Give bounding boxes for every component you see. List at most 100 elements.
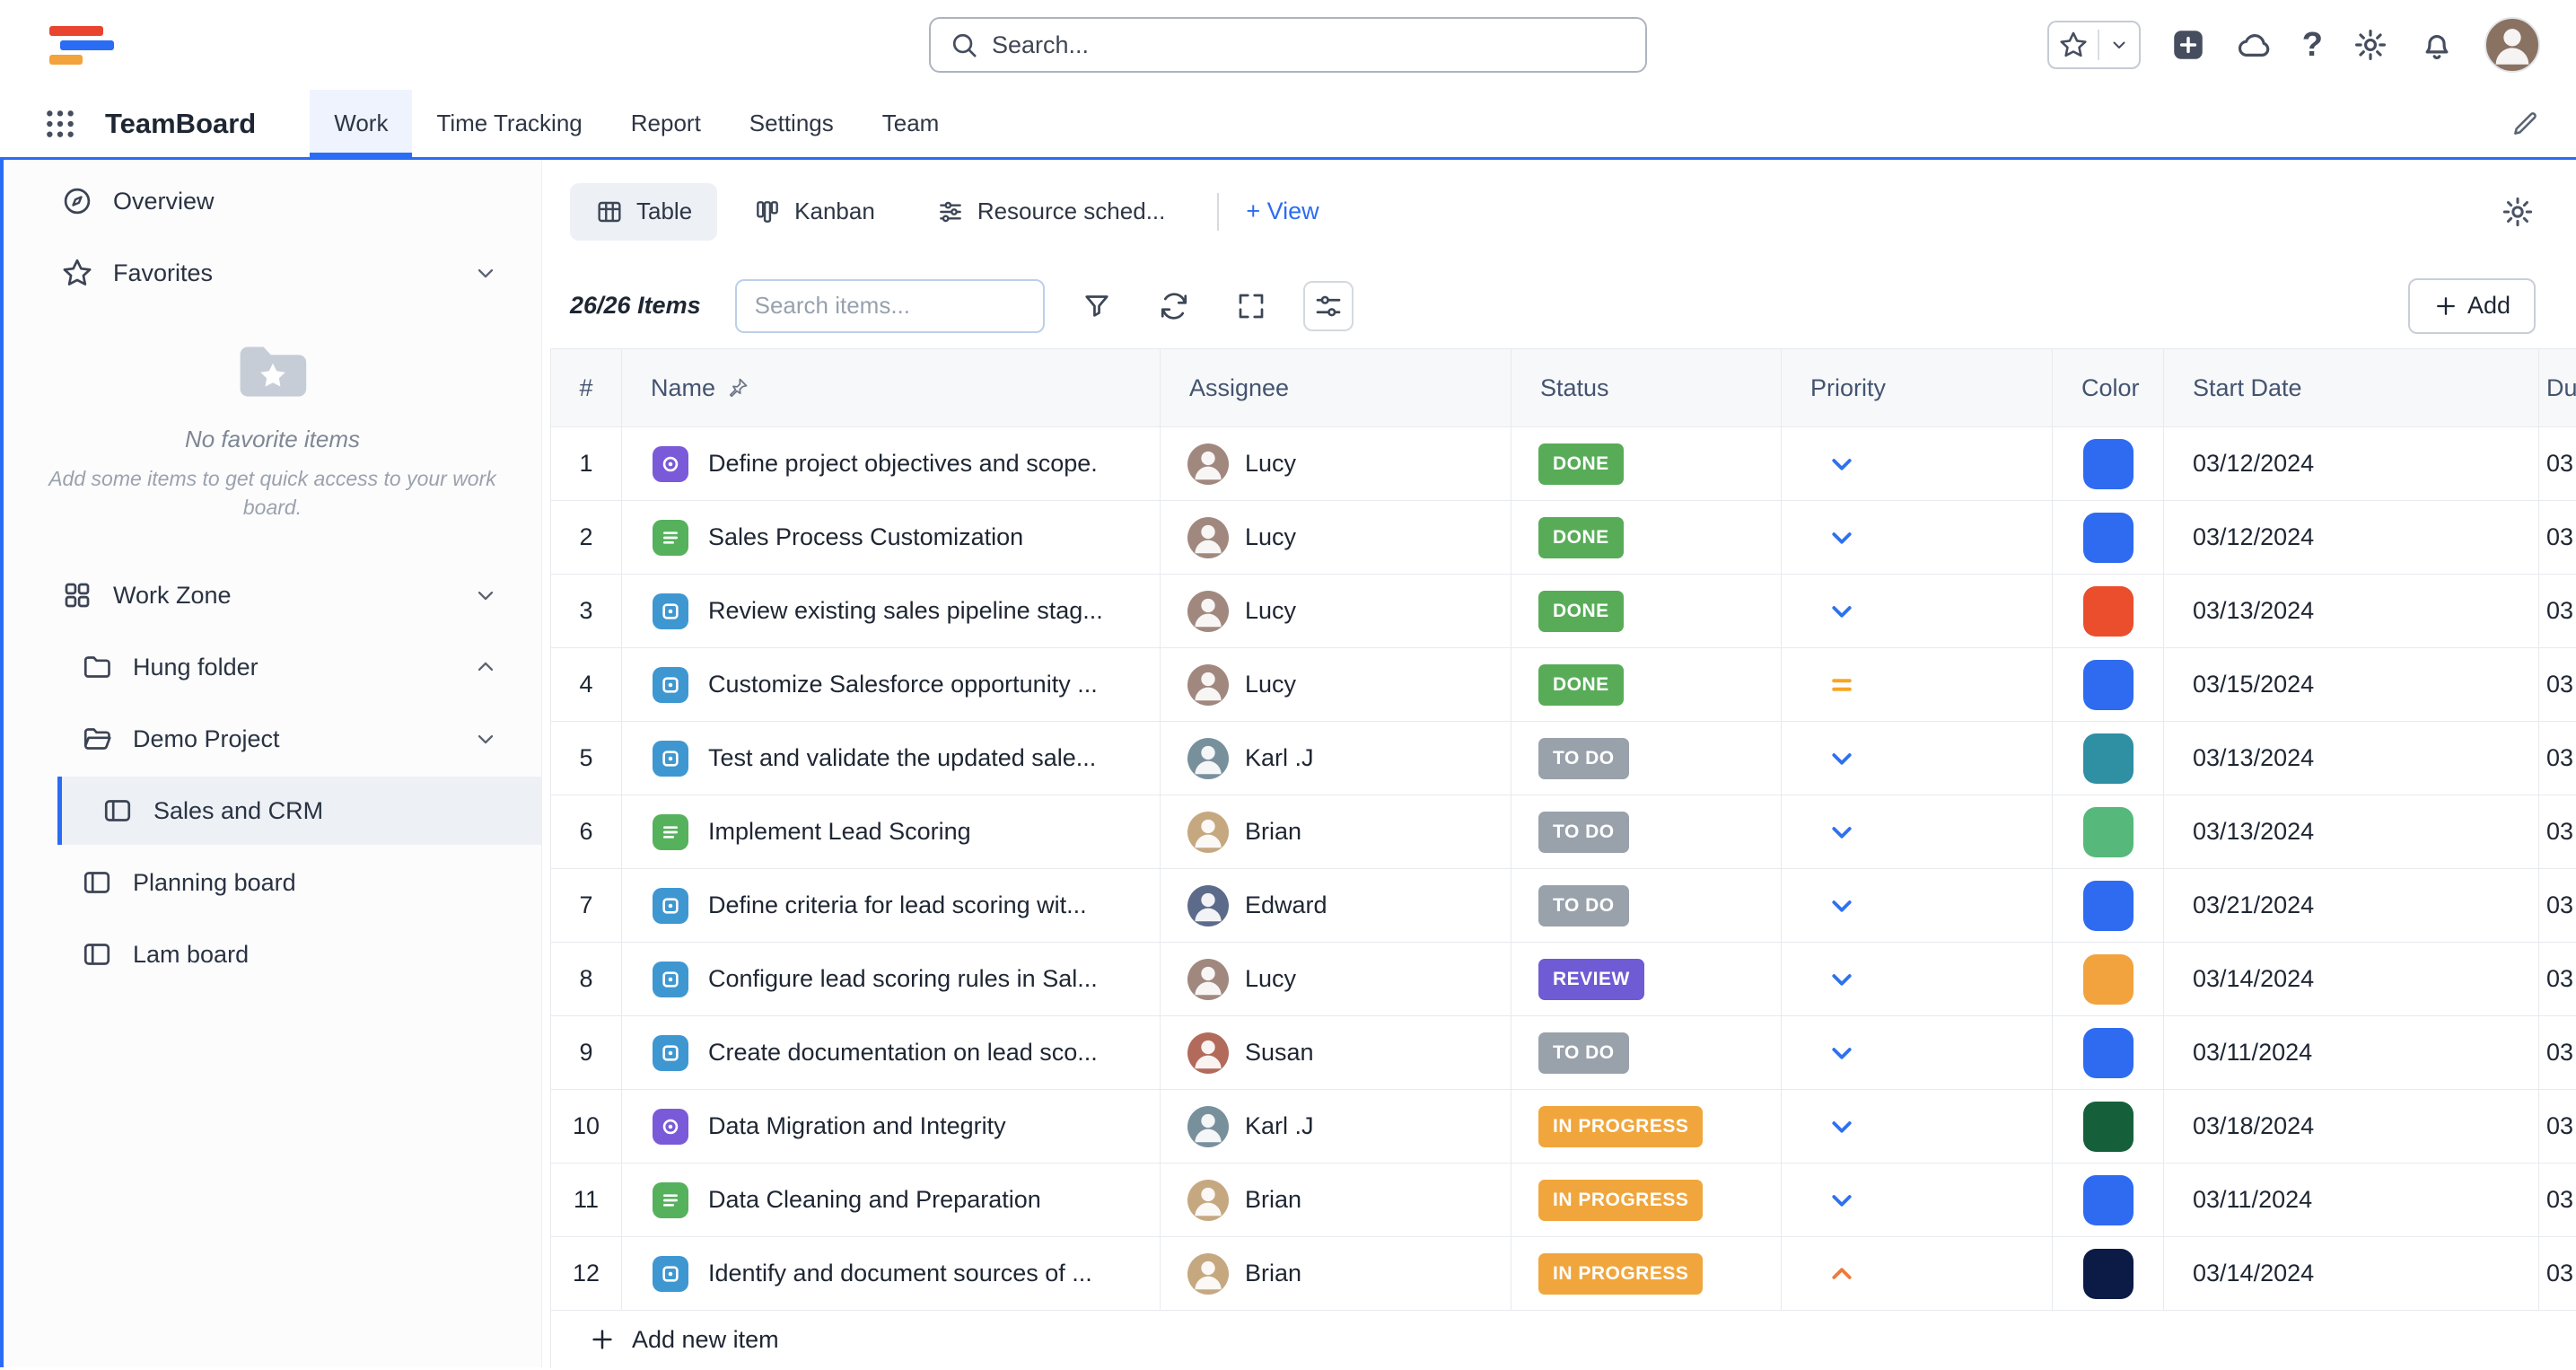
nav-tab-report[interactable]: Report bbox=[607, 90, 725, 157]
start-date[interactable]: 03/11/2024 bbox=[2164, 1164, 2539, 1237]
priority-cell[interactable] bbox=[1782, 427, 2053, 501]
color-cell[interactable] bbox=[2053, 575, 2164, 648]
table-row[interactable]: 6Implement Lead ScoringBrianTO DO03/13/2… bbox=[551, 795, 2576, 869]
view-tab-table[interactable]: Table bbox=[570, 183, 717, 241]
nav-tab-work[interactable]: Work bbox=[310, 90, 412, 157]
assignee-cell[interactable]: Brian bbox=[1161, 1164, 1511, 1237]
column-header-due-date[interactable]: Du bbox=[2539, 349, 2576, 427]
table-row[interactable]: 5Test and validate the updated sale...Ka… bbox=[551, 722, 2576, 795]
expand-button[interactable] bbox=[1226, 281, 1276, 331]
color-cell[interactable] bbox=[2053, 795, 2164, 869]
column-header-status[interactable]: Status bbox=[1511, 349, 1782, 427]
assignee-cell[interactable]: Brian bbox=[1161, 1237, 1511, 1311]
table-row[interactable]: 10Data Migration and IntegrityKarl .JIN … bbox=[551, 1090, 2576, 1164]
start-date[interactable]: 03/21/2024 bbox=[2164, 869, 2539, 943]
priority-cell[interactable] bbox=[1782, 575, 2053, 648]
apps-grid-icon[interactable] bbox=[42, 106, 78, 142]
priority-cell[interactable] bbox=[1782, 648, 2053, 722]
sidebar-item-sales-and-crm[interactable]: Sales and CRM bbox=[57, 777, 541, 845]
chevron-up-icon[interactable] bbox=[473, 654, 498, 680]
app-logo[interactable] bbox=[49, 26, 114, 65]
add-view-button[interactable]: + View bbox=[1246, 198, 1319, 225]
priority-cell[interactable] bbox=[1782, 869, 2053, 943]
color-cell[interactable] bbox=[2053, 1237, 2164, 1311]
chevron-down-icon[interactable] bbox=[473, 583, 498, 608]
start-date[interactable]: 03/12/2024 bbox=[2164, 501, 2539, 575]
task-name-cell[interactable]: Configure lead scoring rules in Sal... bbox=[622, 943, 1161, 1016]
nav-tab-team[interactable]: Team bbox=[858, 90, 964, 157]
sidebar-item-demo-project[interactable]: Demo Project bbox=[4, 703, 541, 775]
assignee-cell[interactable]: Lucy bbox=[1161, 427, 1511, 501]
settings-gear-icon[interactable] bbox=[2352, 26, 2389, 64]
add-app-icon[interactable] bbox=[2169, 26, 2207, 64]
color-cell[interactable] bbox=[2053, 501, 2164, 575]
status-cell[interactable]: DONE bbox=[1511, 575, 1782, 648]
status-cell[interactable]: TO DO bbox=[1511, 722, 1782, 795]
column-header-priority[interactable]: Priority bbox=[1782, 349, 2053, 427]
start-date[interactable]: 03/13/2024 bbox=[2164, 722, 2539, 795]
status-cell[interactable]: TO DO bbox=[1511, 795, 1782, 869]
favorite-control[interactable] bbox=[2047, 21, 2141, 69]
edit-pencil-icon[interactable] bbox=[2510, 109, 2540, 139]
sidebar-item-hung-folder[interactable]: Hung folder bbox=[4, 631, 541, 703]
table-row[interactable]: 11Data Cleaning and PreparationBrianIN P… bbox=[551, 1164, 2576, 1237]
priority-cell[interactable] bbox=[1782, 1090, 2053, 1164]
status-cell[interactable]: TO DO bbox=[1511, 1016, 1782, 1090]
chevron-down-icon[interactable] bbox=[473, 726, 498, 751]
priority-cell[interactable] bbox=[1782, 1164, 2053, 1237]
assignee-cell[interactable]: Brian bbox=[1161, 795, 1511, 869]
sidebar-item-overview[interactable]: Overview bbox=[4, 165, 541, 237]
table-row[interactable]: 2Sales Process CustomizationLucyDONE03/1… bbox=[551, 501, 2576, 575]
filter-button[interactable] bbox=[1072, 281, 1122, 331]
sidebar-item-work-zone[interactable]: Work Zone bbox=[4, 559, 541, 631]
color-cell[interactable] bbox=[2053, 648, 2164, 722]
nav-tab-settings[interactable]: Settings bbox=[725, 90, 858, 157]
start-date[interactable]: 03/11/2024 bbox=[2164, 1016, 2539, 1090]
view-settings-gear-icon[interactable] bbox=[2500, 194, 2536, 230]
table-row[interactable]: 3Review existing sales pipeline stag...L… bbox=[551, 575, 2576, 648]
task-name-cell[interactable]: Define project objectives and scope. bbox=[622, 427, 1161, 501]
color-cell[interactable] bbox=[2053, 1164, 2164, 1237]
task-name-cell[interactable]: Create documentation on lead sco... bbox=[622, 1016, 1161, 1090]
task-name-cell[interactable]: Review existing sales pipeline stag... bbox=[622, 575, 1161, 648]
chevron-down-icon[interactable] bbox=[473, 260, 498, 285]
assignee-cell[interactable]: Karl .J bbox=[1161, 1090, 1511, 1164]
task-name-cell[interactable]: Data Cleaning and Preparation bbox=[622, 1164, 1161, 1237]
table-row[interactable]: 4Customize Salesforce opportunity ...Luc… bbox=[551, 648, 2576, 722]
status-cell[interactable]: DONE bbox=[1511, 648, 1782, 722]
color-cell[interactable] bbox=[2053, 427, 2164, 501]
start-date[interactable]: 03/13/2024 bbox=[2164, 575, 2539, 648]
adjust-button[interactable] bbox=[1303, 281, 1354, 331]
start-date[interactable]: 03/14/2024 bbox=[2164, 943, 2539, 1016]
task-name-cell[interactable]: Implement Lead Scoring bbox=[622, 795, 1161, 869]
assignee-cell[interactable]: Lucy bbox=[1161, 943, 1511, 1016]
column-header-color[interactable]: Color bbox=[2053, 349, 2164, 427]
start-date[interactable]: 03/13/2024 bbox=[2164, 795, 2539, 869]
task-name-cell[interactable]: Test and validate the updated sale... bbox=[622, 722, 1161, 795]
status-cell[interactable]: IN PROGRESS bbox=[1511, 1237, 1782, 1311]
notifications-bell-icon[interactable] bbox=[2418, 26, 2456, 64]
start-date[interactable]: 03/18/2024 bbox=[2164, 1090, 2539, 1164]
sidebar-item-planning-board[interactable]: Planning board bbox=[4, 847, 541, 918]
table-row[interactable]: 7Define criteria for lead scoring wit...… bbox=[551, 869, 2576, 943]
task-name-cell[interactable]: Data Migration and Integrity bbox=[622, 1090, 1161, 1164]
priority-cell[interactable] bbox=[1782, 795, 2053, 869]
column-header-name[interactable]: Name bbox=[622, 349, 1161, 427]
assignee-cell[interactable]: Edward bbox=[1161, 869, 1511, 943]
start-date[interactable]: 03/14/2024 bbox=[2164, 1237, 2539, 1311]
user-avatar[interactable] bbox=[2484, 17, 2540, 73]
status-cell[interactable]: TO DO bbox=[1511, 869, 1782, 943]
global-search[interactable] bbox=[929, 17, 1647, 73]
column-header-number[interactable]: # bbox=[551, 349, 622, 427]
priority-cell[interactable] bbox=[1782, 501, 2053, 575]
items-search-input[interactable] bbox=[735, 279, 1045, 333]
task-name-cell[interactable]: Define criteria for lead scoring wit... bbox=[622, 869, 1161, 943]
status-cell[interactable]: DONE bbox=[1511, 501, 1782, 575]
table-row[interactable]: 1Define project objectives and scope.Luc… bbox=[551, 427, 2576, 501]
add-item-button[interactable]: Add bbox=[2408, 278, 2536, 334]
color-cell[interactable] bbox=[2053, 1016, 2164, 1090]
assignee-cell[interactable]: Susan bbox=[1161, 1016, 1511, 1090]
priority-cell[interactable] bbox=[1782, 943, 2053, 1016]
global-search-input[interactable] bbox=[992, 31, 1627, 59]
table-row[interactable]: 8Configure lead scoring rules in Sal...L… bbox=[551, 943, 2576, 1016]
